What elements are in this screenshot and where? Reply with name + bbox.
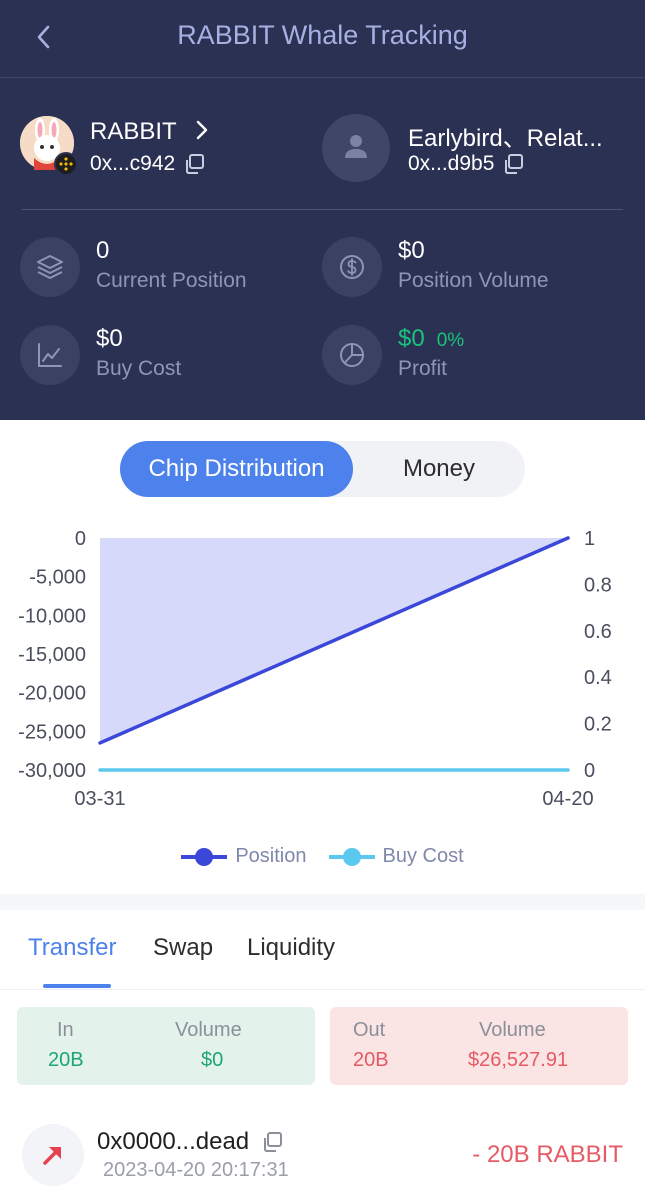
legend-buy-cost-label: Buy Cost xyxy=(382,845,464,867)
in-volume-label: Volume xyxy=(175,1019,242,1041)
y-left-tick-label: -25,000 xyxy=(18,721,86,743)
active-tab-indicator xyxy=(43,984,111,988)
copy-icon[interactable] xyxy=(502,153,524,175)
tab-swap[interactable]: Swap xyxy=(153,934,213,962)
user-icon xyxy=(342,132,370,165)
user-avatar xyxy=(322,114,390,182)
page-title: RABBIT Whale Tracking xyxy=(177,20,468,50)
out-label: Out xyxy=(353,1019,386,1041)
position-chart: 0 -5,000 -10,000 -15,000 -20,000 -25,000 -30,0… xyxy=(0,520,645,820)
legend-buy-cost[interactable]: Buy Cost xyxy=(328,845,464,868)
trend-chart-icon xyxy=(20,325,80,385)
stat-position-volume: $0 Position Volume xyxy=(322,237,622,301)
y-left-tick-label: -30,000 xyxy=(18,760,86,782)
y-left-tick-label: -20,000 xyxy=(18,683,86,705)
tx-amount: - 20B RABBIT xyxy=(472,1141,623,1168)
token-name[interactable]: RABBIT xyxy=(90,118,209,147)
copy-icon[interactable] xyxy=(261,1131,283,1153)
arrow-up-right-icon xyxy=(22,1124,84,1186)
stat-profit: $0 0% Profit xyxy=(322,325,622,389)
profit-label: Profit xyxy=(398,357,448,380)
profit-percent: 0% xyxy=(436,330,465,351)
current-position-value: 0 xyxy=(96,237,110,264)
section-gap xyxy=(0,894,645,910)
tab-liquidity[interactable]: Liquidity xyxy=(247,934,335,962)
tx-address: 0x0000...dead xyxy=(97,1128,283,1156)
legend-position-marker xyxy=(181,847,228,866)
transfer-in-summary: In Volume 20B $0 xyxy=(17,1007,315,1085)
y-right-tick-label: 0.4 xyxy=(584,667,612,689)
y-left-tick-label: -10,000 xyxy=(18,605,86,627)
in-label: In xyxy=(57,1019,74,1041)
token-address: 0x...c942 xyxy=(90,152,205,176)
in-volume: $0 xyxy=(201,1049,224,1071)
y-left-tick-label: -5,000 xyxy=(29,567,86,589)
pie-chart-icon xyxy=(322,325,382,385)
list-item[interactable]: 0x0000...dead 2023-04-20 20:17:31 - 20B … xyxy=(0,1110,645,1200)
legend-buy-cost-marker xyxy=(328,847,375,866)
header-divider xyxy=(22,209,623,210)
profit-value: $0 0% xyxy=(398,325,465,352)
tab-transfer[interactable]: Transfer xyxy=(28,934,116,962)
out-volume-label: Volume xyxy=(479,1019,546,1041)
legend-position-label: Position xyxy=(235,845,307,867)
y-right-tick-label: 0.8 xyxy=(584,574,612,596)
tab-money[interactable]: Money xyxy=(353,441,525,497)
x-tick-label: 03-31 xyxy=(74,788,125,810)
y-right-tick-label: 0.6 xyxy=(584,621,612,643)
stat-buy-cost: $0 Buy Cost xyxy=(20,325,320,389)
token-account[interactable]: RABBIT 0x...c942 xyxy=(20,112,310,176)
copy-icon[interactable] xyxy=(183,153,205,175)
out-count: 20B xyxy=(353,1049,389,1071)
out-volume: $26,527.91 xyxy=(468,1049,569,1071)
y-right-tick-label: 0 xyxy=(584,760,595,782)
chart-legend: Position Buy Cost xyxy=(0,845,645,868)
chart-canvas: 0 -5,000 -10,000 -15,000 -20,000 -25,000 -30,0… xyxy=(18,528,612,810)
in-count: 20B xyxy=(48,1049,84,1071)
y-left-tick-label: -15,000 xyxy=(18,644,86,666)
activity-tabs: Transfer Swap Liquidity xyxy=(0,910,645,990)
bnb-chain-badge xyxy=(54,152,78,176)
stat-current-position: 0 Current Position xyxy=(20,237,320,301)
transfer-out-summary: Out Volume 20B $26,527.91 xyxy=(330,1007,628,1085)
chevron-right-icon xyxy=(195,119,209,147)
position-volume-value: $0 xyxy=(398,237,425,264)
tab-chip-distribution[interactable]: Chip Distribution xyxy=(120,441,353,497)
buy-cost-label: Buy Cost xyxy=(96,357,182,380)
tx-timestamp: 2023-04-20 20:17:31 xyxy=(103,1159,289,1181)
x-tick-label: 04-20 xyxy=(542,788,593,810)
current-position-label: Current Position xyxy=(96,269,247,292)
y-right-tick-label: 1 xyxy=(584,528,595,550)
wallet-name: Earlybird、Relat... xyxy=(408,125,603,152)
y-left-tick-label: 0 xyxy=(75,528,86,550)
buy-cost-value: $0 xyxy=(96,325,123,352)
layers-icon xyxy=(20,237,80,297)
title-bar: RABBIT Whale Tracking xyxy=(0,0,645,78)
y-right-tick-label: 0.2 xyxy=(584,714,612,736)
wallet-account[interactable]: Earlybird、Relat... 0x...d9b5 xyxy=(322,112,632,182)
legend-position[interactable]: Position xyxy=(181,845,307,868)
position-volume-label: Position Volume xyxy=(398,269,549,292)
dollar-circle-icon xyxy=(322,237,382,297)
rabbit-avatar xyxy=(20,116,78,176)
chart-mode-toggle: Chip Distribution Money xyxy=(120,441,525,497)
header-panel: RABBIT Whale Tracking RABBIT 0x...c942 E… xyxy=(0,0,645,420)
wallet-address: 0x...d9b5 xyxy=(408,152,524,176)
